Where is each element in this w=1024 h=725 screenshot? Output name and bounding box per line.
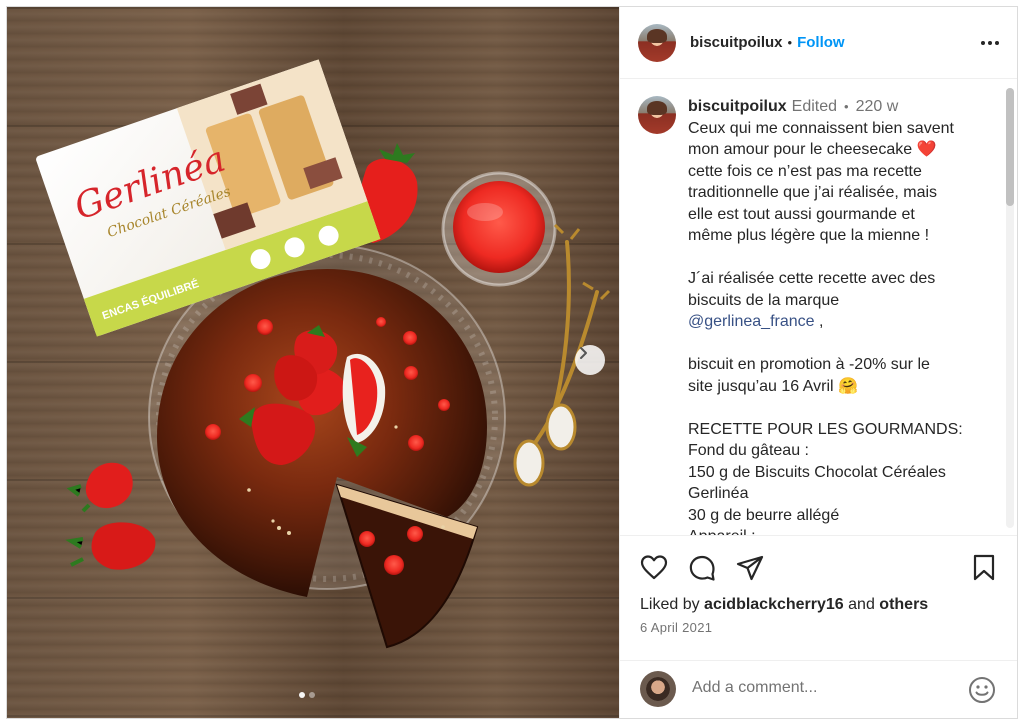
slide-indicator [299,692,315,698]
post-age[interactable]: 220 w [856,96,899,118]
post-header: biscuitpoilux • Follow [620,7,1017,79]
caption-header: biscuitpoilux Edited • 220 w [688,96,988,118]
post-dialog: Gerlinéa Chocolat Céréales ENCAS ÉQUILIB… [6,6,1018,719]
next-slide-button[interactable] [575,345,605,375]
share-icon[interactable] [736,554,764,582]
caption-line: cette fois ce n’est pas ma recette [688,162,922,180]
more-icon[interactable] [980,33,1000,53]
liked-by-others[interactable]: others [879,596,928,613]
likes-prefix: Liked by [640,596,705,613]
caption-body: biscuitpoilux Edited • 220 w Ceux qui me… [688,96,988,535]
caption-line: mon amour pour le cheesecake ❤️ [688,141,937,158]
cheesecake-photo: Gerlinéa Chocolat Céréales ENCAS ÉQUILIB… [36,59,611,649]
caption-scrollbar[interactable] [1006,88,1014,528]
caption-line: J´ai réalisée cette recette avec des [688,270,936,287]
heart-icon[interactable] [640,554,668,582]
scrollbar-thumb[interactable] [1006,88,1014,206]
caption-line: Appareil : [688,526,988,535]
slide-dot [309,692,315,698]
chevron-right-icon [580,347,587,359]
edited-label: Edited [791,98,838,115]
caption-username[interactable]: biscuitpoilux [688,96,787,118]
caption-separator: • [844,99,849,114]
emoji-icon[interactable] [968,676,996,704]
add-comment-bar [620,660,1017,718]
bookmark-icon[interactable] [972,554,996,582]
caption-line [688,397,988,419]
mention-link[interactable]: @gerlinea_france [688,313,815,330]
caption-mention-line: @gerlinea_france , [688,311,988,333]
caption-line: traditionnelle que j’ai réalisée, mais [688,184,938,201]
slide-dot-active [299,692,305,698]
post-media[interactable]: Gerlinéa Chocolat Céréales ENCAS ÉQUILIB… [7,7,619,718]
caption-line: RECETTE POUR LES GOURMANDS: [688,420,963,438]
caption-scroll-area[interactable]: biscuitpoilux Edited • 220 w Ceux qui me… [620,80,1017,535]
caption-line: Ceux qui me connaissent bien savent [688,119,954,137]
comment-input[interactable] [692,679,932,697]
caption-line: 30 g de beurre allégé [688,506,840,524]
caption-author-avatar[interactable] [638,96,676,134]
viewer-avatar [640,671,676,707]
follow-button[interactable]: Follow [797,34,845,51]
caption-line: Gerlinéa [688,485,749,502]
likes-summary: Liked by acidblackcherry16 and others [640,596,928,614]
post-date[interactable]: 6 April 2021 [640,620,712,635]
caption-line: même plus légère que la mienne ! [688,227,930,244]
likes-and: and [843,596,880,613]
mention-suffix: , [814,313,824,330]
author-username[interactable]: biscuitpoilux [690,34,783,51]
caption-line: biscuit en promotion à -20% sur le [688,356,930,373]
author-avatar[interactable] [638,23,676,62]
header-separator: • [787,35,793,50]
caption-line: biscuits de la marque [688,291,840,309]
caption-line: Fond du gâteau : [688,442,809,459]
caption-line [688,333,988,355]
caption-line [688,247,988,269]
caption-line: 150 g de Biscuits Chocolat Céréales [688,463,946,481]
caption-line: site jusqu’au 16 Avril 🤗 [688,377,858,395]
caption: biscuitpoilux Edited • 220 w Ceux qui me… [638,96,998,535]
action-icons [640,554,764,582]
liked-by-user[interactable]: acidblackcherry16 [704,596,844,613]
caption-line: elle est tout aussi gourmande et [688,205,915,223]
post-side-panel: biscuitpoilux • Follow biscuitpoilux Edi… [619,7,1017,718]
comment-icon[interactable] [688,554,716,582]
